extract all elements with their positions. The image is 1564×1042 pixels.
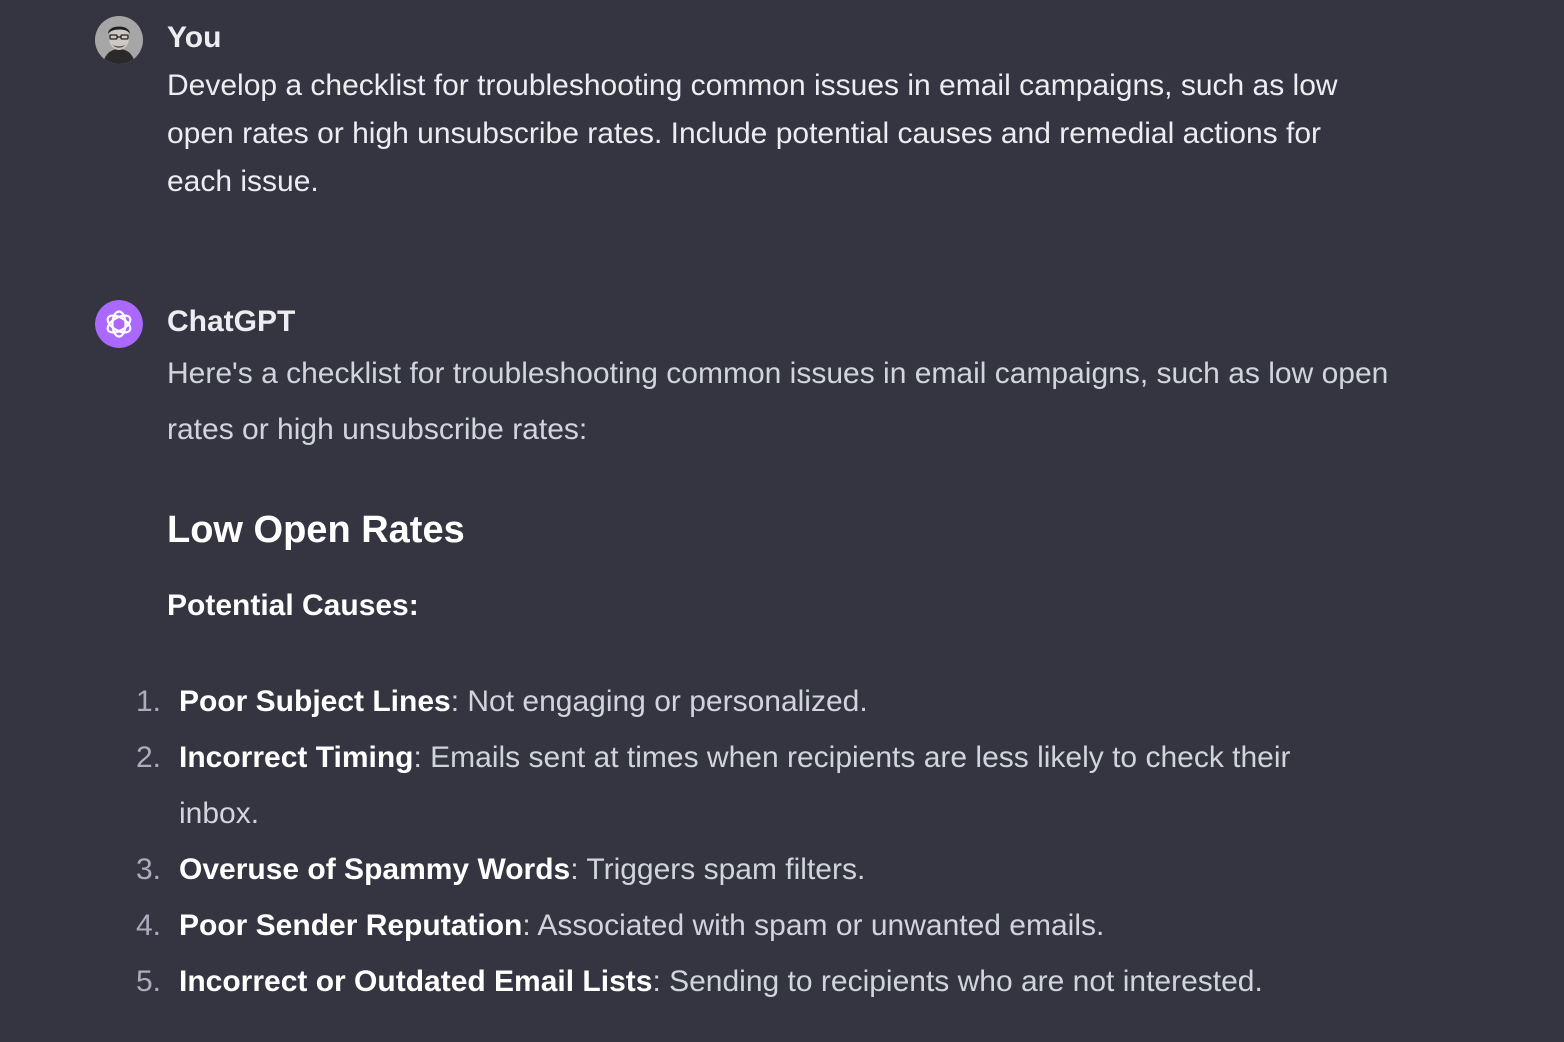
list-item-number: 5. — [136, 965, 162, 998]
list-item: 1. Poor Subject Lines: Not engaging or pe… — [130, 674, 1370, 730]
list-item-number: 2. — [136, 741, 162, 774]
list-item-title: Incorrect or Outdated Email Lists — [179, 965, 653, 998]
list-item-title: Poor Subject Lines — [179, 685, 451, 718]
list-item-title: Poor Sender Reputation — [179, 909, 523, 942]
causes-list: 1. Poor Subject Lines: Not engaging or pe… — [130, 674, 1370, 1010]
list-item-number: 4. — [136, 909, 162, 942]
causes-heading: Potential Causes: — [167, 589, 419, 622]
user-message-text: Develop a checklist for troubleshooting … — [167, 69, 1338, 198]
list-item: 4. Poor Sender Reputation: Associated wit… — [130, 898, 1370, 954]
list-item: 3. Overuse of Spammy Words: Triggers spam… — [130, 842, 1370, 898]
user-avatar-photo-icon — [95, 16, 143, 64]
chat-transcript: You Develop a checklist for troubleshoot… — [0, 0, 1564, 1042]
section-heading: Low Open Rates — [167, 509, 465, 551]
list-item-title: Incorrect Timing — [179, 741, 414, 774]
user-avatar — [95, 16, 143, 64]
list-item-number: 1. — [136, 685, 162, 718]
list-item: 5. Incorrect or Outdated Email Lists: Sen… — [130, 954, 1370, 1010]
openai-logo-icon — [95, 300, 143, 348]
assistant-author-name: ChatGPT — [167, 305, 296, 338]
list-item-title: Overuse of Spammy Words — [179, 853, 571, 886]
list-item-number: 3. — [136, 853, 162, 886]
assistant-intro-text: Here's a checklist for troubleshooting c… — [167, 357, 1389, 446]
list-item: 2. Incorrect Timing: Emails sent at times… — [130, 730, 1370, 842]
list-item-description: : Triggers spam filters. — [570, 853, 866, 886]
assistant-avatar — [95, 300, 143, 348]
list-item-description: : Associated with spam or unwanted email… — [522, 909, 1105, 942]
list-item-description: : Sending to recipients who are not inte… — [652, 965, 1263, 998]
user-author-name: You — [167, 21, 222, 54]
list-item-description: : Not engaging or personalized. — [450, 685, 868, 718]
